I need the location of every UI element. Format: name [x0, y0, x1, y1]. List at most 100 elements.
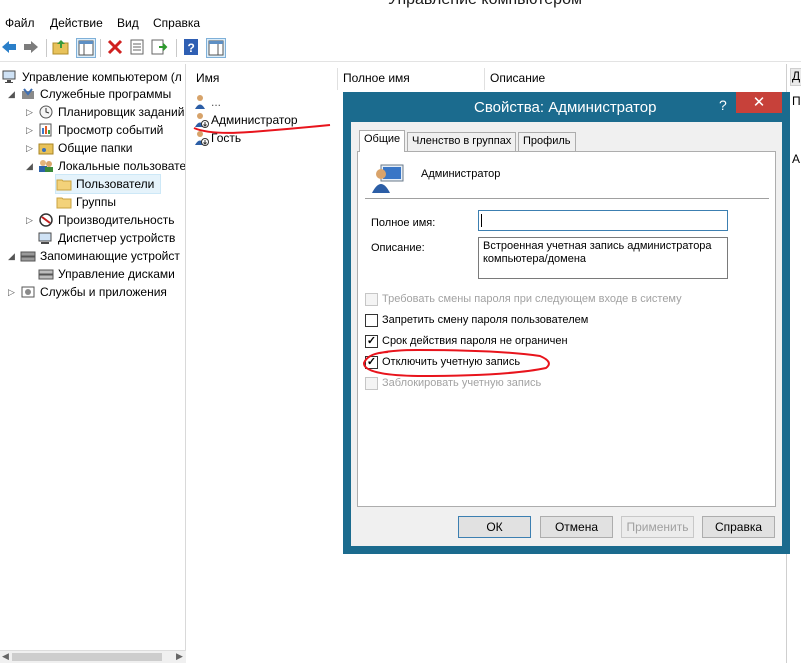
checkmark-icon: ✓	[366, 334, 377, 347]
full-name-input[interactable]	[478, 210, 728, 231]
account-disabled-checkbox[interactable]: ✓ Отключить учетную запись	[365, 354, 520, 370]
dialog-help-button[interactable]: ?	[719, 97, 727, 113]
separator	[365, 198, 769, 199]
user-disabled-icon	[195, 131, 209, 146]
toolbar: ?	[0, 34, 801, 62]
description-input[interactable]: Встроенная учетная запись администратора…	[478, 237, 728, 279]
dialog-close-button[interactable]: ✕	[736, 92, 782, 113]
tree-expander-icon[interactable]: ◢	[8, 89, 18, 99]
tree-item-label: Просмотр событий	[58, 123, 164, 137]
scrollbar-thumb[interactable]	[12, 653, 162, 661]
tree-item-task-scheduler[interactable]: Планировщик заданий	[38, 103, 184, 121]
properties-dialog: Свойства: Администратор ? ✕ Общие Членст…	[343, 92, 790, 554]
column-header-name[interactable]: Имя	[191, 68, 338, 90]
menu-bar: Файл Действие Вид Справка	[0, 12, 801, 34]
tree-item-label: Служебные программы	[40, 87, 172, 101]
tab-member-of[interactable]: Членство в группах	[407, 132, 517, 151]
scroll-right-icon[interactable]: ▶	[176, 651, 183, 662]
show-hide-tree-icon[interactable]	[76, 38, 96, 58]
tree-expander-icon[interactable]: ▷	[26, 107, 36, 117]
checkbox-box[interactable]: ✓	[365, 355, 378, 369]
tree-item-system-tools[interactable]: Служебные программы	[20, 85, 171, 103]
tree-item-label: Управление компьютером (л	[22, 70, 182, 84]
password-never-expires-checkbox[interactable]: ✓ Срок действия пароля не ограничен	[365, 333, 568, 349]
shared-folder-icon	[38, 143, 54, 155]
ok-button[interactable]: ОК	[458, 516, 531, 538]
text-caret	[481, 214, 482, 227]
help-button[interactable]: Справка	[702, 516, 775, 538]
menu-help[interactable]: Справка	[153, 16, 200, 30]
folder-icon	[56, 197, 72, 209]
tree-expander-icon[interactable]: ▷	[26, 215, 36, 225]
list-row-label: Гость	[211, 131, 242, 145]
checkbox-box[interactable]: ✓	[365, 334, 378, 348]
tree-expander-icon[interactable]: ▷	[8, 287, 18, 297]
tab-profile[interactable]: Профиль	[518, 132, 576, 151]
tree-item-services-apps[interactable]: Службы и приложения	[20, 283, 167, 301]
disk-management-icon	[38, 269, 54, 280]
tree-expander-icon[interactable]: ▷	[26, 143, 36, 153]
tree-item-computer-management[interactable]: Управление компьютером (л	[2, 68, 182, 86]
menu-action[interactable]: Действие	[50, 16, 103, 30]
tab-panel-general: Администратор Полное имя: Описание: Встр…	[357, 151, 776, 507]
cancel-button[interactable]: Отмена	[540, 516, 613, 538]
user-disabled-icon	[195, 113, 209, 128]
up-folder-icon[interactable]	[52, 38, 72, 58]
tree-item-shared-folders[interactable]: Общие папки	[38, 139, 132, 157]
column-header-full-name[interactable]: Полное имя	[338, 68, 485, 90]
tree-item-event-viewer[interactable]: Просмотр событий	[38, 121, 163, 139]
export-list-icon[interactable]	[150, 38, 170, 58]
forward-arrow-icon[interactable]	[22, 38, 42, 58]
require-password-change-checkbox: Требовать смены пароля при следующем вхо…	[365, 291, 682, 307]
prevent-password-change-checkbox[interactable]: Запретить смену пароля пользователем	[365, 312, 588, 328]
list-row-user[interactable]: ...	[193, 93, 221, 111]
help-icon[interactable]: ?	[182, 38, 202, 58]
toolbar-separator	[100, 39, 101, 57]
tree-expander-icon[interactable]: ◢	[8, 251, 18, 261]
account-name: Администратор	[421, 168, 501, 180]
actions-pane-header[interactable]: Д	[790, 68, 801, 86]
actions-pane-link[interactable]: А	[792, 152, 801, 166]
actions-pane-link[interactable]: П	[792, 94, 801, 108]
account-locked-checkbox: Заблокировать учетную запись	[365, 375, 541, 391]
tree-expander-icon[interactable]: ▷	[26, 125, 36, 135]
checkbox-label: Срок действия пароля не ограничен	[382, 335, 568, 347]
window-title: Управление компьютером	[388, 0, 582, 9]
description-label: Описание:	[371, 242, 425, 254]
tree-item-label: Службы и приложения	[40, 285, 167, 299]
tree-item-label: Локальные пользовате	[58, 159, 186, 173]
device-manager-icon	[38, 232, 52, 244]
tree-expander-icon[interactable]: ◢	[26, 161, 36, 171]
show-hide-action-pane-icon[interactable]	[206, 38, 226, 58]
tree-item-device-manager[interactable]: Диспетчер устройств	[38, 229, 175, 247]
tab-general[interactable]: Общие	[359, 130, 406, 152]
checkbox-label: Отключить учетную запись	[382, 356, 521, 368]
checkbox-label: Требовать смены пароля при следующем вхо…	[382, 293, 682, 305]
delete-icon[interactable]	[106, 38, 126, 58]
list-row-administrator[interactable]: Администратор	[193, 111, 298, 129]
menu-file[interactable]: Файл	[5, 16, 35, 30]
back-arrow-icon[interactable]	[0, 38, 20, 58]
event-viewer-icon	[39, 123, 52, 137]
dialog-titlebar[interactable]: Свойства: Администратор ? ✕	[343, 92, 790, 122]
menu-view[interactable]: Вид	[117, 16, 139, 30]
clock-icon	[39, 105, 53, 119]
system-tools-icon	[22, 88, 34, 99]
tree-item-groups[interactable]: Группы	[56, 193, 116, 211]
checkmark-icon: ✓	[366, 355, 377, 368]
tree-item-performance[interactable]: Производительность	[38, 211, 174, 229]
list-row-label: Администратор	[211, 113, 298, 127]
tree-item-storage[interactable]: Запоминающие устройст	[20, 247, 180, 265]
tree-horizontal-scrollbar[interactable]: ◀ ▶	[0, 650, 186, 663]
list-row-guest[interactable]: Гость	[193, 129, 241, 147]
tree-item-disk-management[interactable]: Управление дисками	[38, 265, 175, 283]
checkbox-box[interactable]	[365, 313, 378, 327]
tree-item-local-users[interactable]: Локальные пользовате	[38, 157, 186, 175]
properties-icon[interactable]	[128, 38, 148, 58]
tree-item-users[interactable]: Пользователи	[55, 174, 161, 194]
checkbox-box	[365, 292, 378, 306]
column-header-description[interactable]: Описание	[485, 68, 785, 90]
close-icon: ✕	[752, 94, 766, 111]
scroll-left-icon[interactable]: ◀	[2, 651, 9, 662]
checkbox-label: Запретить смену пароля пользователем	[382, 314, 589, 326]
